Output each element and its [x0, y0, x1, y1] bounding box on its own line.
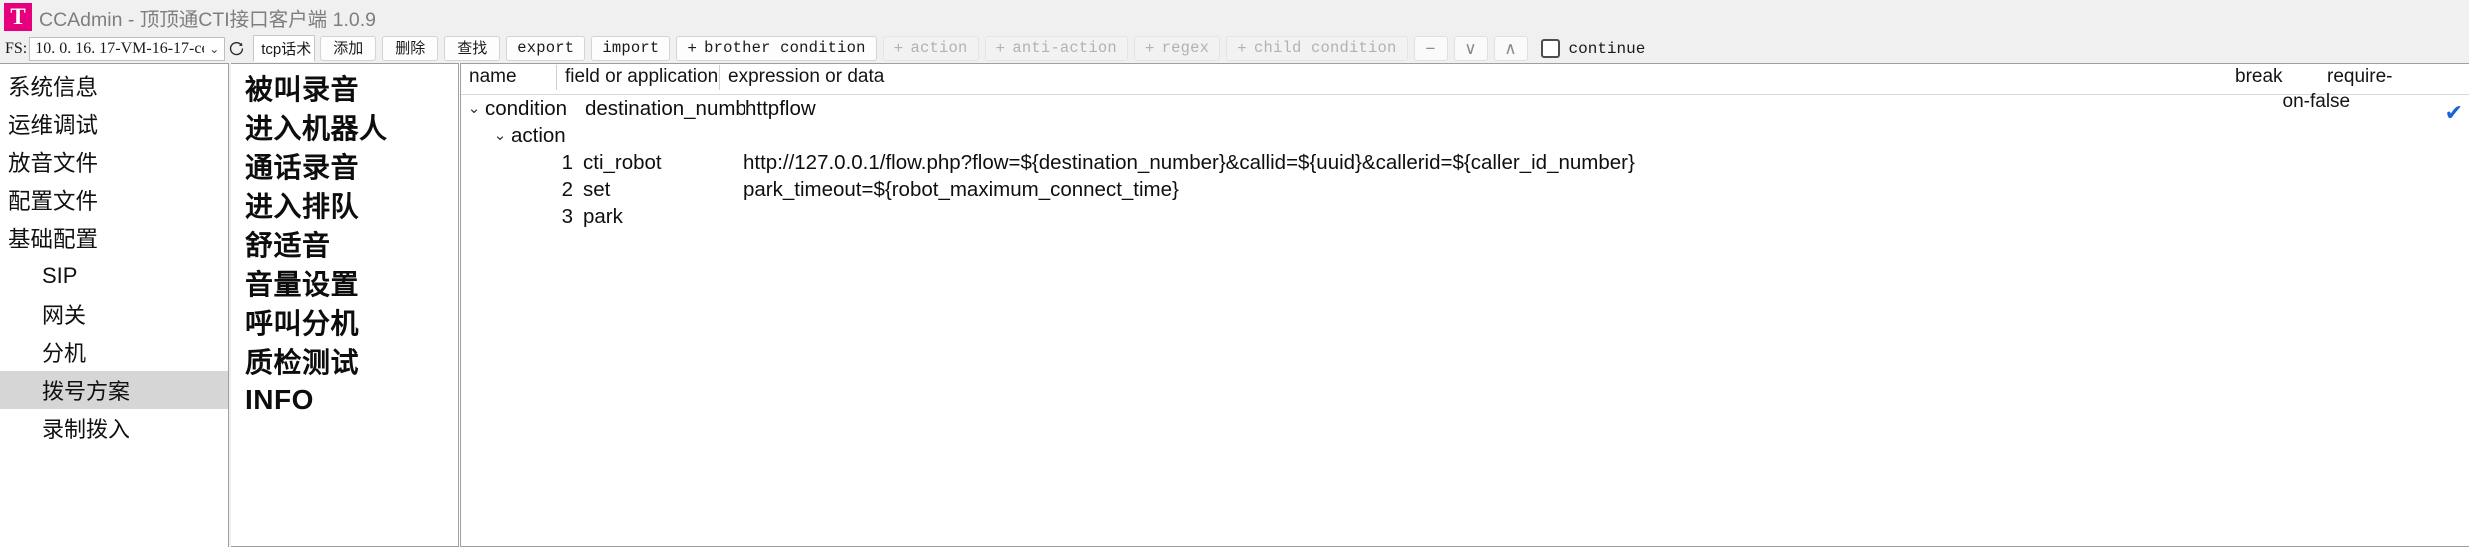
- remove-row-button[interactable]: −: [1413, 36, 1448, 61]
- main-body: 系统信息 运维调试 放音文件 配置文件 基础配置 SIP 网关 分机 拨号方案 …: [0, 63, 2469, 547]
- plus-icon: +: [1237, 39, 1247, 58]
- cell-field: set: [583, 177, 611, 201]
- find-button[interactable]: 查找: [444, 36, 501, 61]
- add-action-button[interactable]: + action: [882, 36, 979, 61]
- fs-label: FS:: [5, 39, 28, 57]
- column-header-break-label: break: [2235, 66, 2283, 87]
- export-button[interactable]: export: [506, 36, 586, 61]
- sidebar-item-gateway[interactable]: 网关: [0, 295, 228, 333]
- list-item[interactable]: 质检测试: [245, 341, 458, 380]
- list-item[interactable]: 进入机器人: [245, 107, 458, 146]
- fs-server-value: 10. 0. 16. 17-VM-16-17-cen: [35, 39, 205, 57]
- dialplan-list-panel: 被叫录音 进入机器人 通话录音 进入排队 舒适音 音量设置 呼叫分机 质检测试 …: [231, 63, 459, 547]
- add-brother-condition-button[interactable]: + brother condition: [676, 36, 877, 61]
- add-anti-action-label: anti-action: [1012, 38, 1117, 57]
- column-header-require[interactable]: require-: [2319, 64, 2469, 88]
- window-title: CCAdmin - 顶顶通CTI接口客户端 1.0.9: [39, 8, 376, 31]
- column-header-break[interactable]: break on-false: [2227, 64, 2350, 112]
- move-down-button[interactable]: ∨: [1453, 36, 1488, 61]
- sidebar-item-config-files[interactable]: 配置文件: [0, 181, 228, 219]
- sidebar-item-dialplan[interactable]: 拨号方案: [0, 371, 228, 409]
- add-button[interactable]: 添加: [320, 36, 377, 61]
- table-row[interactable]: ⌄ action: [461, 122, 2469, 149]
- import-button[interactable]: import: [591, 36, 671, 61]
- app-logo-icon: T: [4, 3, 32, 31]
- sidebar-navigation: 系统信息 运维调试 放音文件 配置文件 基础配置 SIP 网关 分机 拨号方案 …: [0, 63, 229, 547]
- cell-expression: http://127.0.0.1/flow.php?flow=${destina…: [743, 150, 1635, 174]
- add-brother-condition-label: brother condition: [704, 38, 866, 57]
- cell-field: destination_number: [585, 96, 745, 120]
- add-regex-label: regex: [1161, 38, 1210, 57]
- continue-checkbox[interactable]: [1540, 39, 1560, 58]
- sidebar-item-extension[interactable]: 分机: [0, 333, 228, 371]
- sidebar-item-sip[interactable]: SIP: [0, 257, 228, 295]
- list-item[interactable]: 通话录音: [245, 146, 458, 185]
- move-up-button[interactable]: ∧: [1493, 36, 1528, 61]
- column-header-name[interactable]: name: [461, 64, 557, 90]
- sidebar-item-record-inbound[interactable]: 录制拨入: [0, 409, 228, 447]
- add-anti-action-button[interactable]: + anti-action: [984, 36, 1128, 61]
- dialplan-tree-panel: name field or application expression or …: [460, 63, 2469, 547]
- list-item[interactable]: 呼叫分机: [245, 302, 458, 341]
- column-header-expression[interactable]: expression or data: [720, 64, 2227, 88]
- plus-icon: +: [893, 39, 904, 58]
- refresh-icon: [229, 41, 243, 56]
- add-regex-button[interactable]: + regex: [1133, 36, 1221, 61]
- cell-expression: park_timeout=${robot_maximum_connect_tim…: [743, 177, 1179, 201]
- table-row[interactable]: ⌄ condition destination_number httpflow: [461, 95, 2469, 122]
- add-action-label: action: [910, 38, 968, 57]
- require-checkmark-icon[interactable]: ✔: [2445, 100, 2463, 126]
- cell-index: 2: [561, 177, 573, 201]
- title-bar: T CCAdmin - 顶顶通CTI接口客户端 1.0.9: [0, 0, 2469, 34]
- add-child-condition-button[interactable]: + child condition: [1226, 36, 1408, 61]
- continue-checkbox-wrapper[interactable]: continue: [1540, 39, 1646, 58]
- table-row[interactable]: 3 park: [461, 203, 2469, 230]
- table-row[interactable]: 1 cti_robot http://127.0.0.1/flow.php?fl…: [461, 149, 2469, 176]
- add-child-condition-label: child condition: [1253, 38, 1397, 57]
- tree-column-headers: name field or application expression or …: [461, 64, 2469, 112]
- plus-icon: +: [995, 39, 1006, 58]
- continue-label: continue: [1568, 39, 1646, 58]
- list-item[interactable]: 舒适音: [245, 224, 458, 263]
- chevron-down-icon[interactable]: ⌄: [489, 128, 511, 143]
- fs-server-select[interactable]: 10. 0. 16. 17-VM-16-17-cen ⌄: [29, 36, 226, 61]
- list-item[interactable]: 被叫录音: [245, 68, 458, 107]
- refresh-button[interactable]: [225, 37, 247, 61]
- column-header-field[interactable]: field or application: [557, 64, 720, 90]
- cell-field: park: [583, 204, 623, 228]
- sidebar-item-system-info[interactable]: 系统信息: [0, 67, 228, 105]
- sidebar-item-basic-config[interactable]: 基础配置: [0, 219, 228, 257]
- list-item[interactable]: INFO: [245, 380, 458, 419]
- application-window: T CCAdmin - 顶顶通CTI接口客户端 1.0.9 FS: 10. 0.…: [0, 0, 2469, 547]
- tab-tcp-script[interactable]: tcp话术: [253, 35, 316, 62]
- sidebar-item-audio-files[interactable]: 放音文件: [0, 143, 228, 181]
- cell-index: 1: [561, 150, 573, 174]
- delete-button[interactable]: 删除: [382, 36, 439, 61]
- cell-index: 3: [561, 204, 573, 228]
- table-row[interactable]: 2 set park_timeout=${robot_maximum_conne…: [461, 176, 2469, 203]
- tree-rows: ⌄ condition destination_number httpflow …: [461, 95, 2469, 546]
- cell-name: condition: [485, 96, 568, 120]
- plus-icon: +: [687, 39, 698, 58]
- plus-icon: +: [1144, 39, 1155, 58]
- cell-name: action: [511, 123, 566, 147]
- cell-field: cti_robot: [583, 150, 662, 174]
- sidebar-item-ops-debug[interactable]: 运维调试: [0, 105, 228, 143]
- list-item[interactable]: 进入排队: [245, 185, 458, 224]
- chevron-down-icon[interactable]: ⌄: [463, 101, 485, 116]
- chevron-down-icon: ⌄: [204, 41, 225, 56]
- list-item[interactable]: 音量设置: [245, 263, 458, 302]
- cell-expression: httpflow: [745, 96, 816, 120]
- toolbar: FS: 10. 0. 16. 17-VM-16-17-cen ⌄ tcp话术 添…: [0, 34, 2469, 63]
